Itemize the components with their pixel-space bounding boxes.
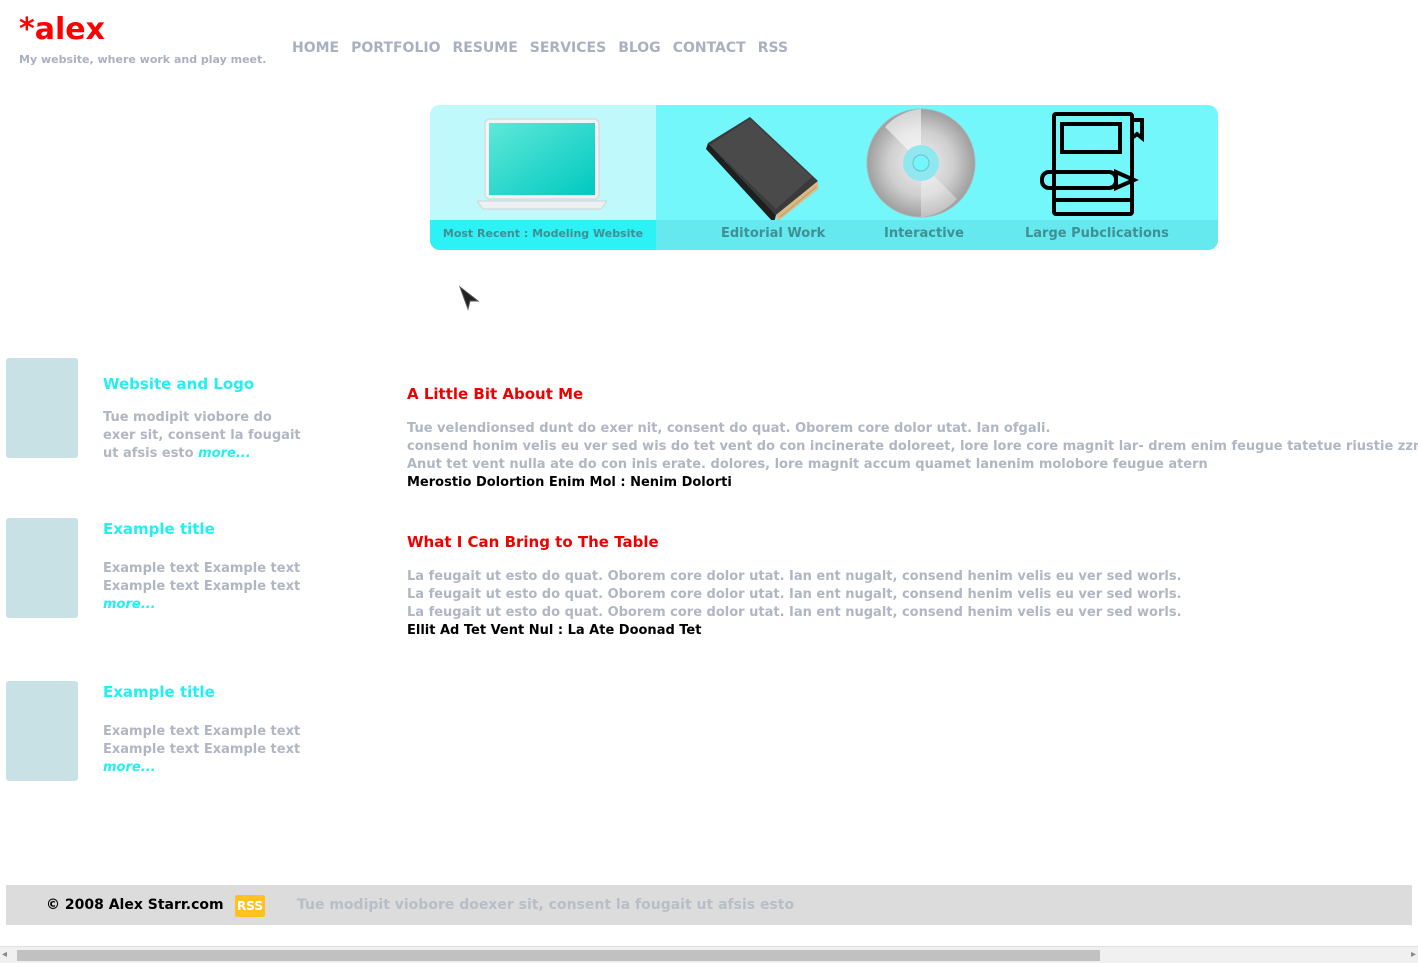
notebook-icon[interactable] — [1040, 110, 1148, 218]
scroll-left-arrow-icon[interactable]: ◂ — [2, 949, 14, 961]
body-line: Tue velendionsed dunt do exer nit, conse… — [407, 421, 1051, 436]
sidebar-thumbnail[interactable] — [6, 358, 78, 458]
sidebar-thumbnail[interactable] — [6, 518, 78, 618]
scrollbar-thumb[interactable] — [17, 950, 1100, 961]
logo-star: * — [19, 12, 35, 47]
section-body-about: Tue velendionsed dunt do exer nit, conse… — [407, 420, 1418, 474]
section-signature-table: Ellit Ad Tet Vent Nul : La Ate Doonad Te… — [407, 623, 702, 638]
nav-services[interactable]: SERVICES — [530, 40, 606, 56]
sidebar-item-text: Example text Example text Example text E… — [103, 724, 301, 775]
sidebar-thumbnail[interactable] — [6, 681, 78, 781]
scroll-right-arrow-icon[interactable]: ▸ — [1404, 949, 1416, 961]
site-logo[interactable]: *alex — [19, 12, 105, 48]
copyright: © 2008 Alex Starr.com — [46, 897, 224, 913]
logo-text: alex — [34, 12, 105, 47]
more-link[interactable]: more... — [198, 446, 251, 461]
sidebar-item-title[interactable]: Example title — [103, 520, 215, 538]
nav-home[interactable]: HOME — [292, 40, 339, 56]
sidebar-item-title[interactable]: Website and Logo — [103, 375, 254, 393]
book-icon[interactable] — [700, 115, 820, 220]
nav-portfolio[interactable]: PORTFOLIO — [351, 40, 440, 56]
cd-icon[interactable] — [865, 107, 977, 219]
footer: © 2008 Alex Starr.com RSS Tue modipit vi… — [6, 885, 1412, 925]
most-recent-panel[interactable]: Most Recent : Modeling Website — [430, 105, 656, 250]
horizontal-scrollbar[interactable]: ◂ ▸ — [0, 946, 1418, 963]
body-line: La feugait ut esto do quat. Oborem core … — [407, 587, 1182, 602]
cursor-icon — [458, 285, 480, 311]
section-body-table: La feugait ut esto do quat. Oborem core … — [407, 568, 1182, 622]
nav-resume[interactable]: RESUME — [452, 40, 517, 56]
nav-contact[interactable]: CONTACT — [673, 40, 746, 56]
section-signature-about: Merostio Dolortion Enim Mol : Nenim Dolo… — [407, 475, 732, 490]
sidebar-item-title[interactable]: Example title — [103, 683, 215, 701]
nav-rss[interactable]: RSS — [758, 40, 788, 56]
body-line: La feugait ut esto do quat. Oborem core … — [407, 605, 1182, 620]
section-title-about: A Little Bit About Me — [407, 385, 584, 403]
category-large-publications[interactable]: Large Pubclications — [1025, 226, 1169, 241]
laptop-icon — [477, 118, 607, 210]
sidebar-item-text: Example text Example text Example text E… — [103, 561, 301, 612]
recent-caption: Most Recent : Modeling Website — [430, 220, 656, 250]
footer-text: Tue modipit viobore doexer sit, consent … — [297, 897, 795, 913]
body-line: consend honim velis eu ver sed wis do te… — [407, 439, 1418, 454]
portfolio-showcase: Most Recent : Modeling Website Editorial… — [430, 105, 1218, 250]
more-link[interactable]: more... — [103, 760, 156, 775]
body-line: Anut tet vent nulla ate do con inis erat… — [407, 457, 1208, 472]
rss-badge[interactable]: RSS — [235, 895, 265, 917]
body-line: La feugait ut esto do quat. Oborem core … — [407, 569, 1182, 584]
main-nav: HOME PORTFOLIO RESUME SERVICES BLOG CONT… — [292, 40, 800, 56]
sidebar-item-text: Tue modipit viobore do exer sit, consent… — [103, 410, 301, 461]
more-link[interactable]: more... — [103, 597, 156, 612]
category-interactive[interactable]: Interactive — [884, 226, 964, 241]
category-editorial-work[interactable]: Editorial Work — [721, 226, 825, 241]
tagline: My website, where work and play meet. — [19, 53, 267, 66]
section-title-table: What I Can Bring to The Table — [407, 533, 659, 551]
nav-blog[interactable]: BLOG — [618, 40, 661, 56]
